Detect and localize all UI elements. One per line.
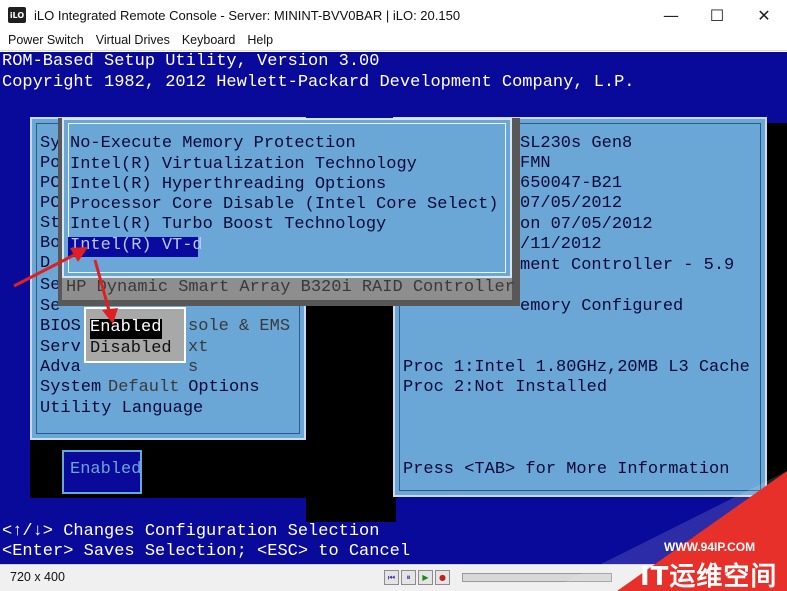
arrow-to-vt-d — [13, 250, 81, 288]
play-icon[interactable]: ▶ — [418, 570, 433, 585]
menu-keyboard[interactable]: Keyboard — [182, 33, 236, 47]
menu-bar: Power Switch Virtual Drives Keyboard Hel… — [0, 30, 787, 51]
ilo-app-icon: iLO — [8, 7, 26, 23]
watermark-name: IT运维空间 — [640, 562, 778, 591]
maximize-button[interactable]: ☐ — [694, 0, 740, 30]
pause-icon[interactable]: ⏸ — [401, 570, 416, 585]
watermark-url: WWW.94IP.COM — [664, 540, 756, 554]
menu-virtual-drives[interactable]: Virtual Drives — [96, 33, 170, 47]
arrow-head — [102, 308, 118, 324]
rewind-icon[interactable]: ⏮ — [384, 570, 399, 585]
record-icon[interactable]: ● — [435, 570, 450, 585]
window-title: iLO Integrated Remote Console - Server: … — [34, 7, 461, 23]
minimize-button[interactable]: — — [648, 0, 694, 30]
menu-power-switch[interactable]: Power Switch — [8, 33, 84, 47]
menu-help[interactable]: Help — [247, 33, 273, 47]
resolution-label: 720 x 400 — [10, 570, 65, 584]
arrow-to-enabled — [93, 259, 112, 315]
close-button[interactable]: ✕ — [741, 0, 787, 30]
